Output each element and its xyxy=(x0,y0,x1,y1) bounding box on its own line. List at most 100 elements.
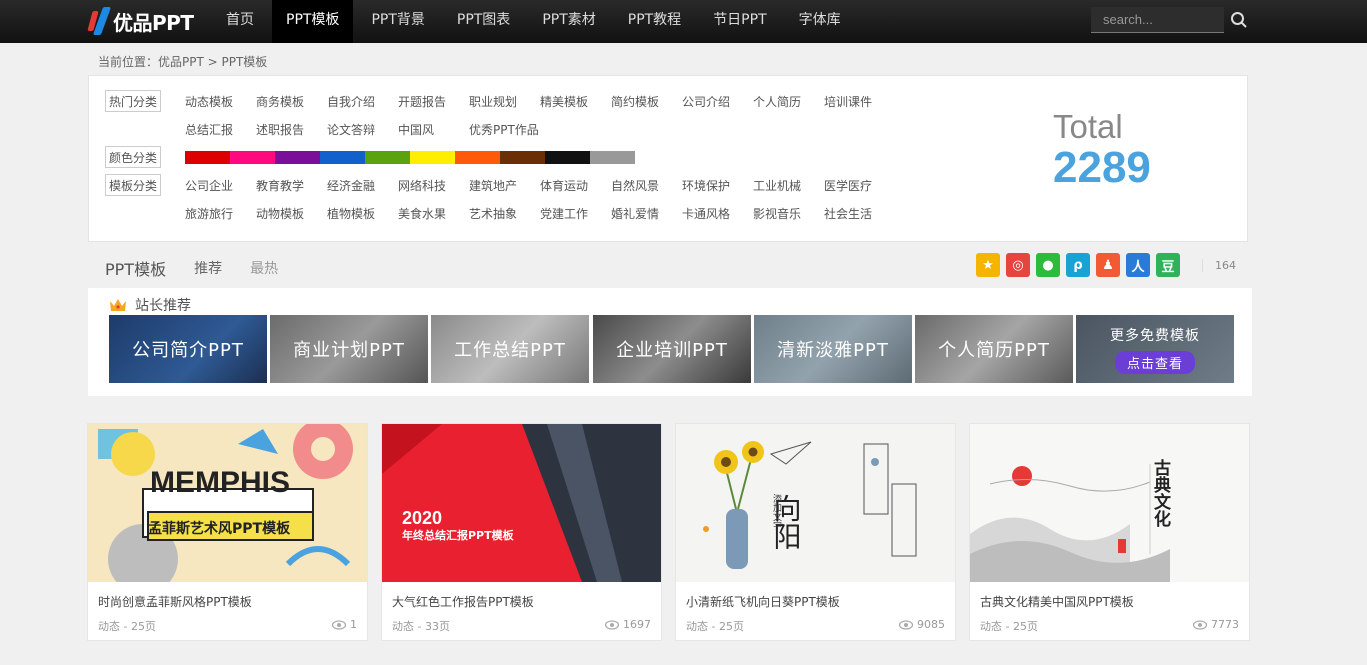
category-link[interactable]: 个人简历 xyxy=(753,93,824,110)
category-link[interactable]: 述职报告 xyxy=(256,121,327,138)
eye-icon xyxy=(332,619,346,630)
category-link[interactable]: 优秀PPT作品 xyxy=(469,121,540,138)
category-link[interactable]: 简约模板 xyxy=(611,93,682,110)
category-link[interactable]: 精美模板 xyxy=(540,93,611,110)
nav-item-ppt-backgrounds[interactable]: PPT背景 xyxy=(357,0,438,43)
category-link[interactable]: 社会生活 xyxy=(824,205,895,222)
banner-corporate-training[interactable]: 企业培训PPT xyxy=(593,315,751,383)
douban-icon[interactable]: 豆 xyxy=(1156,253,1180,277)
color-swatch[interactable] xyxy=(185,150,230,164)
nav-item-ppt-tutorials[interactable]: PPT教程 xyxy=(614,0,695,43)
category-link[interactable]: 环境保护 xyxy=(682,177,753,194)
more-templates-text: 更多免费模板 xyxy=(1110,327,1200,344)
template-card[interactable]: 古典文化 古典文化精美中国风PPT模板 动态 - 25页 7773 xyxy=(969,423,1250,641)
color-swatch[interactable] xyxy=(365,150,410,164)
nav-item-ppt-materials[interactable]: PPT素材 xyxy=(528,0,609,43)
category-link[interactable]: 植物模板 xyxy=(327,205,398,222)
template-card[interactable]: MEMPHIS 孟菲斯艺术风PPT模板 时尚创意孟菲斯风格PPT模板 动态 - … xyxy=(87,423,368,641)
category-link[interactable]: 经济金融 xyxy=(327,177,398,194)
template-thumbnail[interactable]: 古典文化 xyxy=(970,424,1249,582)
category-link[interactable]: 动物模板 xyxy=(256,205,327,222)
category-link[interactable]: 公司企业 xyxy=(185,177,256,194)
category-link[interactable]: 自然风景 xyxy=(611,177,682,194)
category-link[interactable]: 动态模板 xyxy=(185,93,256,110)
category-link[interactable]: 职业规划 xyxy=(469,93,540,110)
sunflower-thumbnail-art: 向阳 添加文字 xyxy=(676,424,955,582)
category-link[interactable]: 自我介绍 xyxy=(327,93,398,110)
tencent-weibo-icon[interactable]: ρ xyxy=(1066,253,1090,277)
wechat-icon[interactable]: ● xyxy=(1036,253,1060,277)
hot-categories-row: 热门分类 动态模板 商务模板 自我介绍 开题报告 职业规划 精美模板 简约模板 … xyxy=(105,90,895,112)
color-swatch[interactable] xyxy=(545,150,590,164)
banner-more-templates[interactable]: 更多免费模板 点击查看 xyxy=(1076,315,1234,383)
views-count: 1 xyxy=(350,618,357,631)
category-link[interactable]: 总结汇报 xyxy=(185,121,256,138)
color-swatch[interactable] xyxy=(230,150,275,164)
category-link[interactable]: 医学医疗 xyxy=(824,177,895,194)
color-swatch[interactable] xyxy=(590,150,635,164)
category-link[interactable]: 艺术抽象 xyxy=(469,205,540,222)
nav-item-holiday-ppt[interactable]: 节日PPT xyxy=(699,0,780,43)
card-title[interactable]: 小清新纸飞机向日葵PPT模板 xyxy=(686,593,840,610)
color-swatch[interactable] xyxy=(410,150,455,164)
banner-work-summary[interactable]: 工作总结PPT xyxy=(431,315,589,383)
hot-categories-label: 热门分类 xyxy=(105,90,161,112)
total-value: 2289 xyxy=(1053,143,1151,192)
category-link[interactable]: 党建工作 xyxy=(540,205,611,222)
template-card[interactable]: 向阳 添加文字 小清新纸飞机向日葵PPT模板 动态 - 25页 9085 xyxy=(675,423,956,641)
category-link[interactable]: 商务模板 xyxy=(256,93,327,110)
nav-item-ppt-templates[interactable]: PPT模板 xyxy=(272,0,354,43)
category-link[interactable]: 旅游旅行 xyxy=(185,205,256,222)
tab-ppt-templates[interactable]: PPT模板 xyxy=(105,256,166,280)
qq-icon[interactable]: ♟ xyxy=(1096,253,1120,277)
color-swatch[interactable] xyxy=(500,150,545,164)
category-link[interactable]: 中国风 xyxy=(398,121,469,138)
category-link[interactable]: 影视音乐 xyxy=(753,205,824,222)
banner-fresh-elegant[interactable]: 清新淡雅PPT xyxy=(754,315,912,383)
color-swatch[interactable] xyxy=(455,150,500,164)
card-title[interactable]: 时尚创意孟菲斯风格PPT模板 xyxy=(98,593,252,610)
card-meta: 动态 - 33页 xyxy=(392,620,450,633)
tab-recommend[interactable]: 推荐 xyxy=(194,258,222,278)
category-link[interactable]: 教育教学 xyxy=(256,177,327,194)
card-title[interactable]: 大气红色工作报告PPT模板 xyxy=(392,593,534,610)
search-input[interactable] xyxy=(1091,7,1224,32)
template-thumbnail[interactable]: MEMPHIS 孟菲斯艺术风PPT模板 xyxy=(88,424,367,582)
logo-text: 优品PPT xyxy=(113,10,194,35)
category-link[interactable]: 婚礼爱情 xyxy=(611,205,682,222)
category-link[interactable]: 建筑地产 xyxy=(469,177,540,194)
card-title[interactable]: 古典文化精美中国风PPT模板 xyxy=(980,593,1134,610)
category-link[interactable]: 网络科技 xyxy=(398,177,469,194)
card-meta: 动态 - 25页 xyxy=(980,620,1038,633)
template-categories-row-2: 旅游旅行 动物模板 植物模板 美食水果 艺术抽象 党建工作 婚礼爱情 卡通风格 … xyxy=(105,202,895,224)
category-link[interactable]: 培训课件 xyxy=(824,93,895,110)
banner-company-profile[interactable]: 公司简介PPT xyxy=(109,315,267,383)
tab-hottest[interactable]: 最热 xyxy=(250,258,278,278)
nav-item-ppt-charts[interactable]: PPT图表 xyxy=(443,0,524,43)
banner-personal-resume[interactable]: 个人简历PPT xyxy=(915,315,1073,383)
qzone-icon[interactable]: ★ xyxy=(976,253,1000,277)
nav-item-home[interactable]: 首页 xyxy=(212,0,268,43)
site-logo[interactable]: 优品PPT xyxy=(87,6,194,36)
listing-tabs: PPT模板 推荐 最热 xyxy=(105,256,306,280)
category-link[interactable]: 开题报告 xyxy=(398,93,469,110)
category-link[interactable]: 工业机械 xyxy=(753,177,824,194)
weibo-icon[interactable]: ◎ xyxy=(1006,253,1030,277)
color-swatch[interactable] xyxy=(320,150,365,164)
nav-item-fonts[interactable]: 字体库 xyxy=(785,0,855,43)
color-swatch[interactable] xyxy=(275,150,320,164)
view-more-button[interactable]: 点击查看 xyxy=(1114,350,1195,374)
template-thumbnail[interactable]: 向阳 添加文字 xyxy=(676,424,955,582)
category-link[interactable]: 论文答辩 xyxy=(327,121,398,138)
template-thumbnail[interactable]: 2020 年终总结汇报PPT模板 xyxy=(382,424,661,582)
category-link[interactable]: 公司介绍 xyxy=(682,93,753,110)
category-link[interactable]: 卡通风格 xyxy=(682,205,753,222)
chinese-style-thumbnail-art: 古典文化 xyxy=(970,424,1249,582)
template-card[interactable]: 2020 年终总结汇报PPT模板 大气红色工作报告PPT模板 动态 - 33页 … xyxy=(381,423,662,641)
banner-business-plan[interactable]: 商业计划PPT xyxy=(270,315,428,383)
renren-icon[interactable]: 人 xyxy=(1126,253,1150,277)
search-icon[interactable] xyxy=(1230,11,1248,29)
category-link[interactable]: 美食水果 xyxy=(398,205,469,222)
card-views: 1 xyxy=(332,618,357,631)
category-link[interactable]: 体育运动 xyxy=(540,177,611,194)
